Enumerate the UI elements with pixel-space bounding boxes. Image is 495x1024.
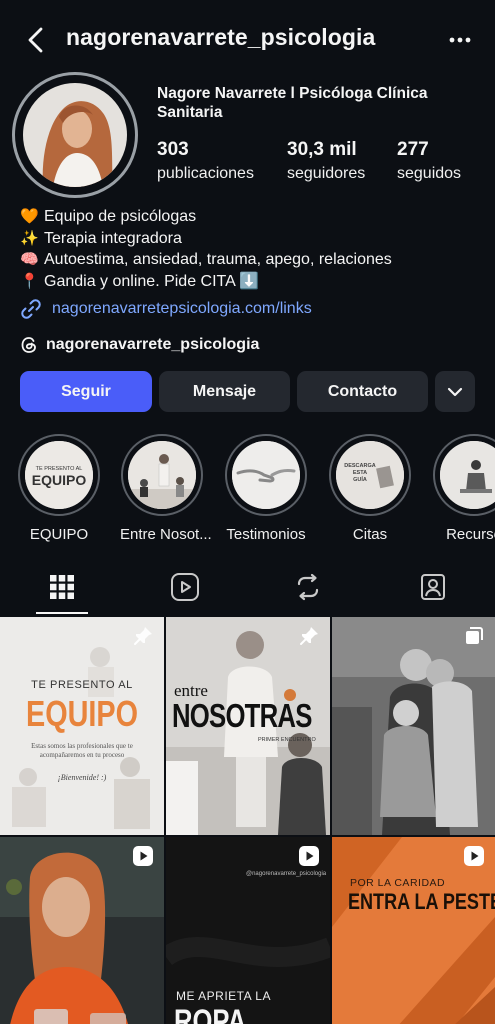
highlight-cover bbox=[440, 441, 495, 509]
pin-icon bbox=[134, 627, 152, 645]
chevron-down-icon bbox=[447, 387, 463, 396]
bio-line: 🧡 Equipo de psicólogas bbox=[20, 206, 392, 228]
message-button[interactable]: Mensaje bbox=[159, 371, 290, 412]
highlight-item[interactable]: Entre Nosot... bbox=[120, 434, 212, 543]
grid-icon[interactable] bbox=[47, 572, 77, 602]
post-caption: PRIMER ENCUENTRO bbox=[258, 737, 316, 743]
post-thumbnail[interactable]: @nagorenavarrete_psicologia ME APRIETA L… bbox=[166, 837, 330, 1024]
highlight-ring: DESCARGA ESTA GUÍA bbox=[329, 434, 411, 516]
highlight-label: Citas bbox=[352, 526, 388, 543]
suggested-accounts-button[interactable] bbox=[435, 371, 475, 412]
profile-tabs bbox=[0, 560, 495, 616]
highlight-cover bbox=[232, 441, 300, 509]
highlight-cover bbox=[128, 441, 196, 509]
highlight-ring: TE PRESENTO AL EQUIPO bbox=[18, 434, 100, 516]
reels-icon[interactable] bbox=[170, 572, 200, 602]
chevron-left-icon[interactable] bbox=[24, 26, 48, 54]
stat-posts-value: 303 bbox=[157, 139, 189, 160]
profile-full-name: Nagore Navarrete l Psicóloga Clínica San… bbox=[157, 85, 428, 121]
post-thumbnail[interactable] bbox=[332, 617, 495, 835]
post-handle: @nagorenavarrete_psicologia bbox=[246, 871, 327, 877]
bio-line: 🧠 Autoestima, ansiedad, trauma, apego, r… bbox=[20, 249, 392, 271]
post-title-big: ROPA bbox=[174, 1003, 247, 1024]
bio-line: 📍 Gandia y online. Pide CITA ⬇️ bbox=[20, 271, 392, 293]
profile-link-text[interactable]: nagorenavarretepsicologia.com/links bbox=[52, 300, 312, 318]
reel-icon bbox=[133, 846, 153, 866]
highlight-ring bbox=[433, 434, 495, 516]
pin-icon bbox=[300, 627, 318, 645]
more-horizontal-icon[interactable] bbox=[449, 37, 471, 43]
active-tab-indicator bbox=[36, 612, 88, 614]
bio-text: Equipo de psicólogas bbox=[44, 208, 197, 225]
post-signature: ¡Bienvenide! :) bbox=[57, 773, 107, 782]
top-bar: nagorenavarrete_psicologia bbox=[0, 0, 495, 80]
highlight-item[interactable]: Testimonios bbox=[224, 434, 308, 543]
highlight-item[interactable]: TE PRESENTO AL EQUIPO EQUIPO bbox=[17, 434, 101, 543]
bio-text: Gandia y online. Pide CITA ⬇️ bbox=[44, 272, 260, 290]
contact-button[interactable]: Contacto bbox=[297, 371, 428, 412]
svg-text:DESCARGA: DESCARGA bbox=[344, 463, 376, 469]
svg-text:ESTA: ESTA bbox=[353, 470, 367, 476]
post-title-big: NOSOTRAS bbox=[172, 697, 312, 734]
threads-badge[interactable]: nagorenavarrete_psicologia bbox=[20, 336, 259, 354]
highlight-item[interactable]: DESCARGA ESTA GUÍA Citas bbox=[328, 434, 412, 543]
profile-username: nagorenavarrete_psicologia bbox=[66, 24, 376, 50]
stat-posts-label: publicaciones bbox=[157, 165, 254, 182]
bio-line: ✨ Terapia integradora bbox=[20, 228, 392, 250]
stat-followers[interactable]: 30,3 mil seguidores bbox=[287, 139, 365, 183]
link-icon bbox=[21, 299, 41, 319]
post-thumbnail[interactable]: entre NOSOTRAS PRIMER ENCUENTRO bbox=[166, 617, 330, 835]
highlight-label: Entre Nosot... bbox=[120, 526, 212, 543]
reel-icon bbox=[299, 846, 319, 866]
highlight-item[interactable]: Recurso bbox=[432, 434, 495, 543]
follow-button[interactable]: Seguir bbox=[20, 371, 152, 412]
highlight-cover: TE PRESENTO AL EQUIPO bbox=[25, 441, 93, 509]
threads-icon bbox=[21, 337, 36, 353]
highlight-label: Testimonios bbox=[226, 526, 306, 543]
orange-heart-icon: 🧡 bbox=[20, 208, 39, 225]
bio-text: Terapia integradora bbox=[44, 229, 182, 247]
post-caption: Estas somos las profesionales que te aco… bbox=[31, 742, 133, 759]
stat-following-value: 277 bbox=[397, 139, 429, 160]
svg-text:EQUIPO: EQUIPO bbox=[32, 472, 87, 488]
post-thumbnail[interactable]: POR LA CARIDAD ENTRA LA PESTE bbox=[332, 837, 495, 1024]
highlight-ring bbox=[225, 434, 307, 516]
avatar-ring[interactable] bbox=[12, 72, 138, 198]
stat-followers-value: 30,3 mil bbox=[287, 139, 357, 160]
tagged-icon[interactable] bbox=[418, 572, 448, 602]
reel-icon bbox=[464, 846, 484, 866]
brain-icon: 🧠 bbox=[20, 251, 39, 268]
profile-bio: 🧡 Equipo de psicólogas ✨ Terapia integra… bbox=[20, 206, 392, 292]
stat-following[interactable]: 277 seguidos bbox=[397, 139, 461, 183]
profile-link[interactable]: nagorenavarretepsicologia.com/links bbox=[20, 298, 312, 320]
highlight-label: Recurso bbox=[446, 526, 495, 543]
post-thumbnail[interactable]: TE PRESENTO AL EQUIPO Estas somos las pr… bbox=[0, 617, 164, 835]
bio-text: Autoestima, ansiedad, trauma, apego, rel… bbox=[44, 251, 392, 268]
post-title-small: ME APRIETA LA bbox=[176, 989, 271, 1003]
stat-following-label: seguidos bbox=[397, 165, 462, 182]
post-title-big: ENTRA LA PESTE bbox=[348, 889, 495, 914]
avatar[interactable] bbox=[23, 83, 127, 187]
pin-location-icon: 📍 bbox=[20, 272, 39, 290]
highlight-ring bbox=[121, 434, 203, 516]
highlight-cover: DESCARGA ESTA GUÍA bbox=[336, 441, 404, 509]
stat-followers-label: seguidores bbox=[287, 165, 366, 182]
stat-posts[interactable]: 303 publicaciones bbox=[157, 139, 254, 183]
reposts-icon[interactable] bbox=[293, 572, 323, 602]
post-title-big: EQUIPO bbox=[25, 693, 139, 734]
sparkles-icon: ✨ bbox=[20, 229, 39, 247]
post-thumbnail[interactable] bbox=[0, 837, 164, 1024]
post-title-small: POR LA CARIDAD bbox=[350, 877, 446, 889]
multi-photo-icon bbox=[466, 627, 483, 644]
post-title-small: TE PRESENTO AL bbox=[31, 679, 133, 691]
highlight-label: EQUIPO bbox=[29, 526, 89, 543]
threads-handle: nagorenavarrete_psicologia bbox=[46, 336, 260, 353]
svg-text:GUÍA: GUÍA bbox=[353, 475, 367, 483]
